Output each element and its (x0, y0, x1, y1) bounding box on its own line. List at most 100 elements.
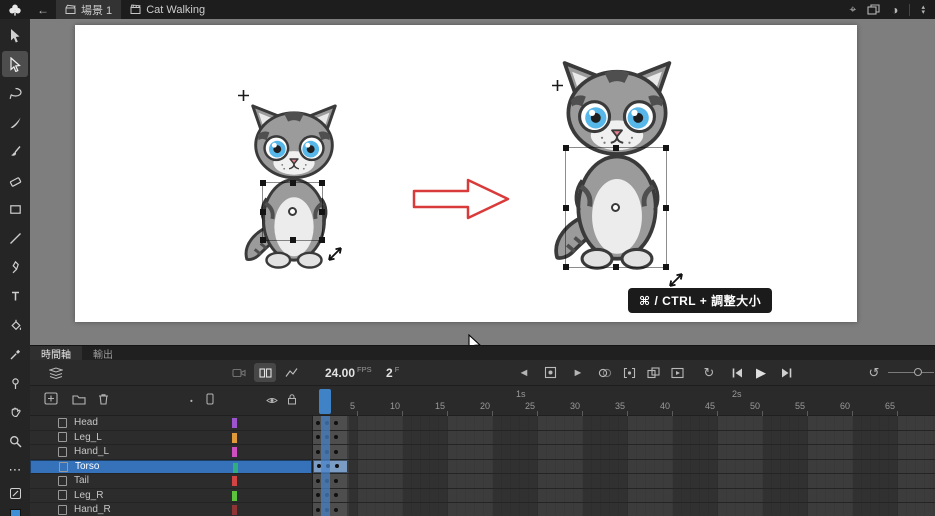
delete-layer-button[interactable] (98, 392, 109, 410)
pen-tool[interactable] (2, 254, 28, 280)
selection-handle[interactable] (563, 204, 569, 211)
frame-row-Hand_R[interactable] (313, 503, 935, 516)
layers-panel-icon[interactable] (46, 360, 66, 385)
stage[interactable]: ⌘ / CTRL + 調整大小 (75, 25, 857, 322)
keyframe-dot[interactable] (333, 493, 338, 498)
more-tools-button[interactable]: ⋯ (2, 457, 28, 483)
zoom-stepper[interactable]: ▴ ▾ (921, 4, 925, 16)
camera-icon[interactable] (230, 360, 248, 385)
onion-skin-range-button[interactable] (620, 360, 638, 385)
transform-point[interactable] (287, 206, 297, 216)
selection-handle[interactable] (613, 145, 619, 151)
frame-row-Torso[interactable] (313, 459, 935, 474)
graph-editor-icon[interactable] (282, 360, 300, 385)
frame-row-Head[interactable] (313, 416, 935, 431)
frame-row-Tail[interactable] (313, 474, 935, 489)
selection-handle[interactable] (563, 145, 569, 151)
rectangle-tool[interactable] (2, 196, 28, 222)
keyframe-dot[interactable] (333, 420, 338, 425)
scene-breadcrumb[interactable]: 場景 1 (56, 0, 122, 19)
eyedropper-tool[interactable] (2, 341, 28, 367)
frame-row-Hand_L[interactable] (313, 445, 935, 460)
keyframe-dot[interactable] (315, 420, 320, 425)
keyframe-span[interactable] (313, 474, 349, 488)
fluid-brush-tool[interactable] (2, 109, 28, 135)
tab-output[interactable]: 輸出 (82, 346, 124, 361)
layer-row-Head[interactable]: Head (30, 416, 312, 431)
layer-color-swatch[interactable] (233, 462, 238, 473)
keyframe-span[interactable] (313, 445, 349, 459)
frame-row-Leg_L[interactable] (313, 430, 935, 445)
frame-row-Leg_R[interactable] (313, 488, 935, 503)
keyframe-dot[interactable] (315, 435, 320, 440)
selection-bounds-small[interactable] (260, 180, 325, 243)
selection-tool[interactable] (2, 22, 28, 48)
playhead[interactable] (319, 389, 331, 414)
snap-target-icon[interactable]: ⌖ (849, 2, 856, 17)
selection-handle[interactable] (563, 264, 569, 270)
layer-color-swatch[interactable] (232, 490, 237, 501)
eraser-tool[interactable] (2, 167, 28, 193)
onion-skin-button[interactable] (596, 360, 614, 385)
lock-column-icon[interactable] (287, 392, 297, 410)
keyframe-dot[interactable] (333, 435, 338, 440)
layer-row-Torso[interactable]: Torso (30, 459, 312, 474)
document-breadcrumb[interactable]: Cat Walking (121, 0, 214, 19)
selection-handle[interactable] (289, 180, 296, 186)
preview-mode-icon[interactable]: ◑ (891, 3, 898, 17)
keyframe-span[interactable] (313, 488, 349, 502)
keyframe-dot[interactable] (315, 493, 320, 498)
play-button[interactable]: ▶ (753, 360, 769, 385)
keyframe-span[interactable] (313, 459, 349, 473)
step-back-button[interactable] (728, 360, 746, 385)
keyframe-dot[interactable] (315, 449, 320, 454)
keyframe-dot[interactable] (315, 478, 320, 483)
selection-handle[interactable] (260, 237, 266, 243)
selection-handle[interactable] (289, 237, 296, 243)
next-keyframe-button[interactable]: ► (570, 360, 586, 385)
timeline-zoom-slider[interactable] (888, 372, 934, 373)
insert-keyframe-button[interactable] (540, 360, 560, 385)
frame-actions-button[interactable] (668, 360, 686, 385)
layer-row-Leg_L[interactable]: Leg_L (30, 430, 312, 445)
stage-layers-icon[interactable] (867, 3, 880, 16)
layer-color-swatch[interactable] (232, 476, 237, 486)
keyframe-span[interactable] (313, 416, 349, 430)
highlight-column-icon[interactable]: • (190, 396, 193, 405)
layer-color-swatch[interactable] (232, 432, 237, 443)
timeline-zoom-knob[interactable] (914, 368, 922, 376)
canvas-area[interactable]: ⌘ / CTRL + 調整大小 (30, 19, 935, 353)
keyframe-span[interactable] (313, 503, 349, 516)
layer-row-Leg_R[interactable]: Leg_R (30, 488, 312, 503)
selection-handle[interactable] (613, 264, 619, 270)
keyframe-dot[interactable] (333, 449, 338, 454)
selection-handle[interactable] (319, 237, 325, 243)
transform-point[interactable] (611, 202, 620, 212)
zoom-tool[interactable] (2, 428, 28, 454)
edit-multiple-frames-button[interactable] (644, 360, 662, 385)
selection-bounds-large[interactable] (563, 145, 669, 270)
fill-color-swatch[interactable] (9, 509, 21, 516)
keyframe-dot[interactable] (334, 464, 339, 469)
subselection-tool[interactable] (2, 51, 28, 77)
lasso-tool[interactable] (2, 80, 28, 106)
fps-indicator[interactable]: 24.00 FPS (325, 360, 372, 385)
edit-toolbar-icon[interactable] (8, 486, 23, 506)
step-forward-button[interactable] (777, 360, 795, 385)
frame-grid[interactable] (312, 416, 935, 516)
selection-handle[interactable] (663, 145, 669, 151)
loop-button[interactable]: ↻ (701, 360, 717, 385)
rig-column-icon[interactable] (206, 392, 214, 410)
line-tool[interactable] (2, 225, 28, 251)
selection-handle[interactable] (319, 208, 325, 215)
layer-color-swatch[interactable] (232, 505, 237, 515)
frame-ruler[interactable]: • 5 10 15 20 25 30 35 40 45 50 55 60 65 1s 2s (30, 386, 935, 416)
tab-timeline[interactable]: 時間軸 (30, 346, 82, 361)
animate-logo-icon[interactable] (0, 3, 30, 17)
paint-bucket-tool[interactable] (2, 312, 28, 338)
keyframe-dot[interactable] (333, 478, 338, 483)
layer-color-swatch[interactable] (232, 447, 237, 457)
layer-row-Tail[interactable]: Tail (30, 474, 312, 489)
text-tool[interactable] (2, 283, 28, 309)
layer-row-Hand_R[interactable]: Hand_R (30, 503, 312, 516)
